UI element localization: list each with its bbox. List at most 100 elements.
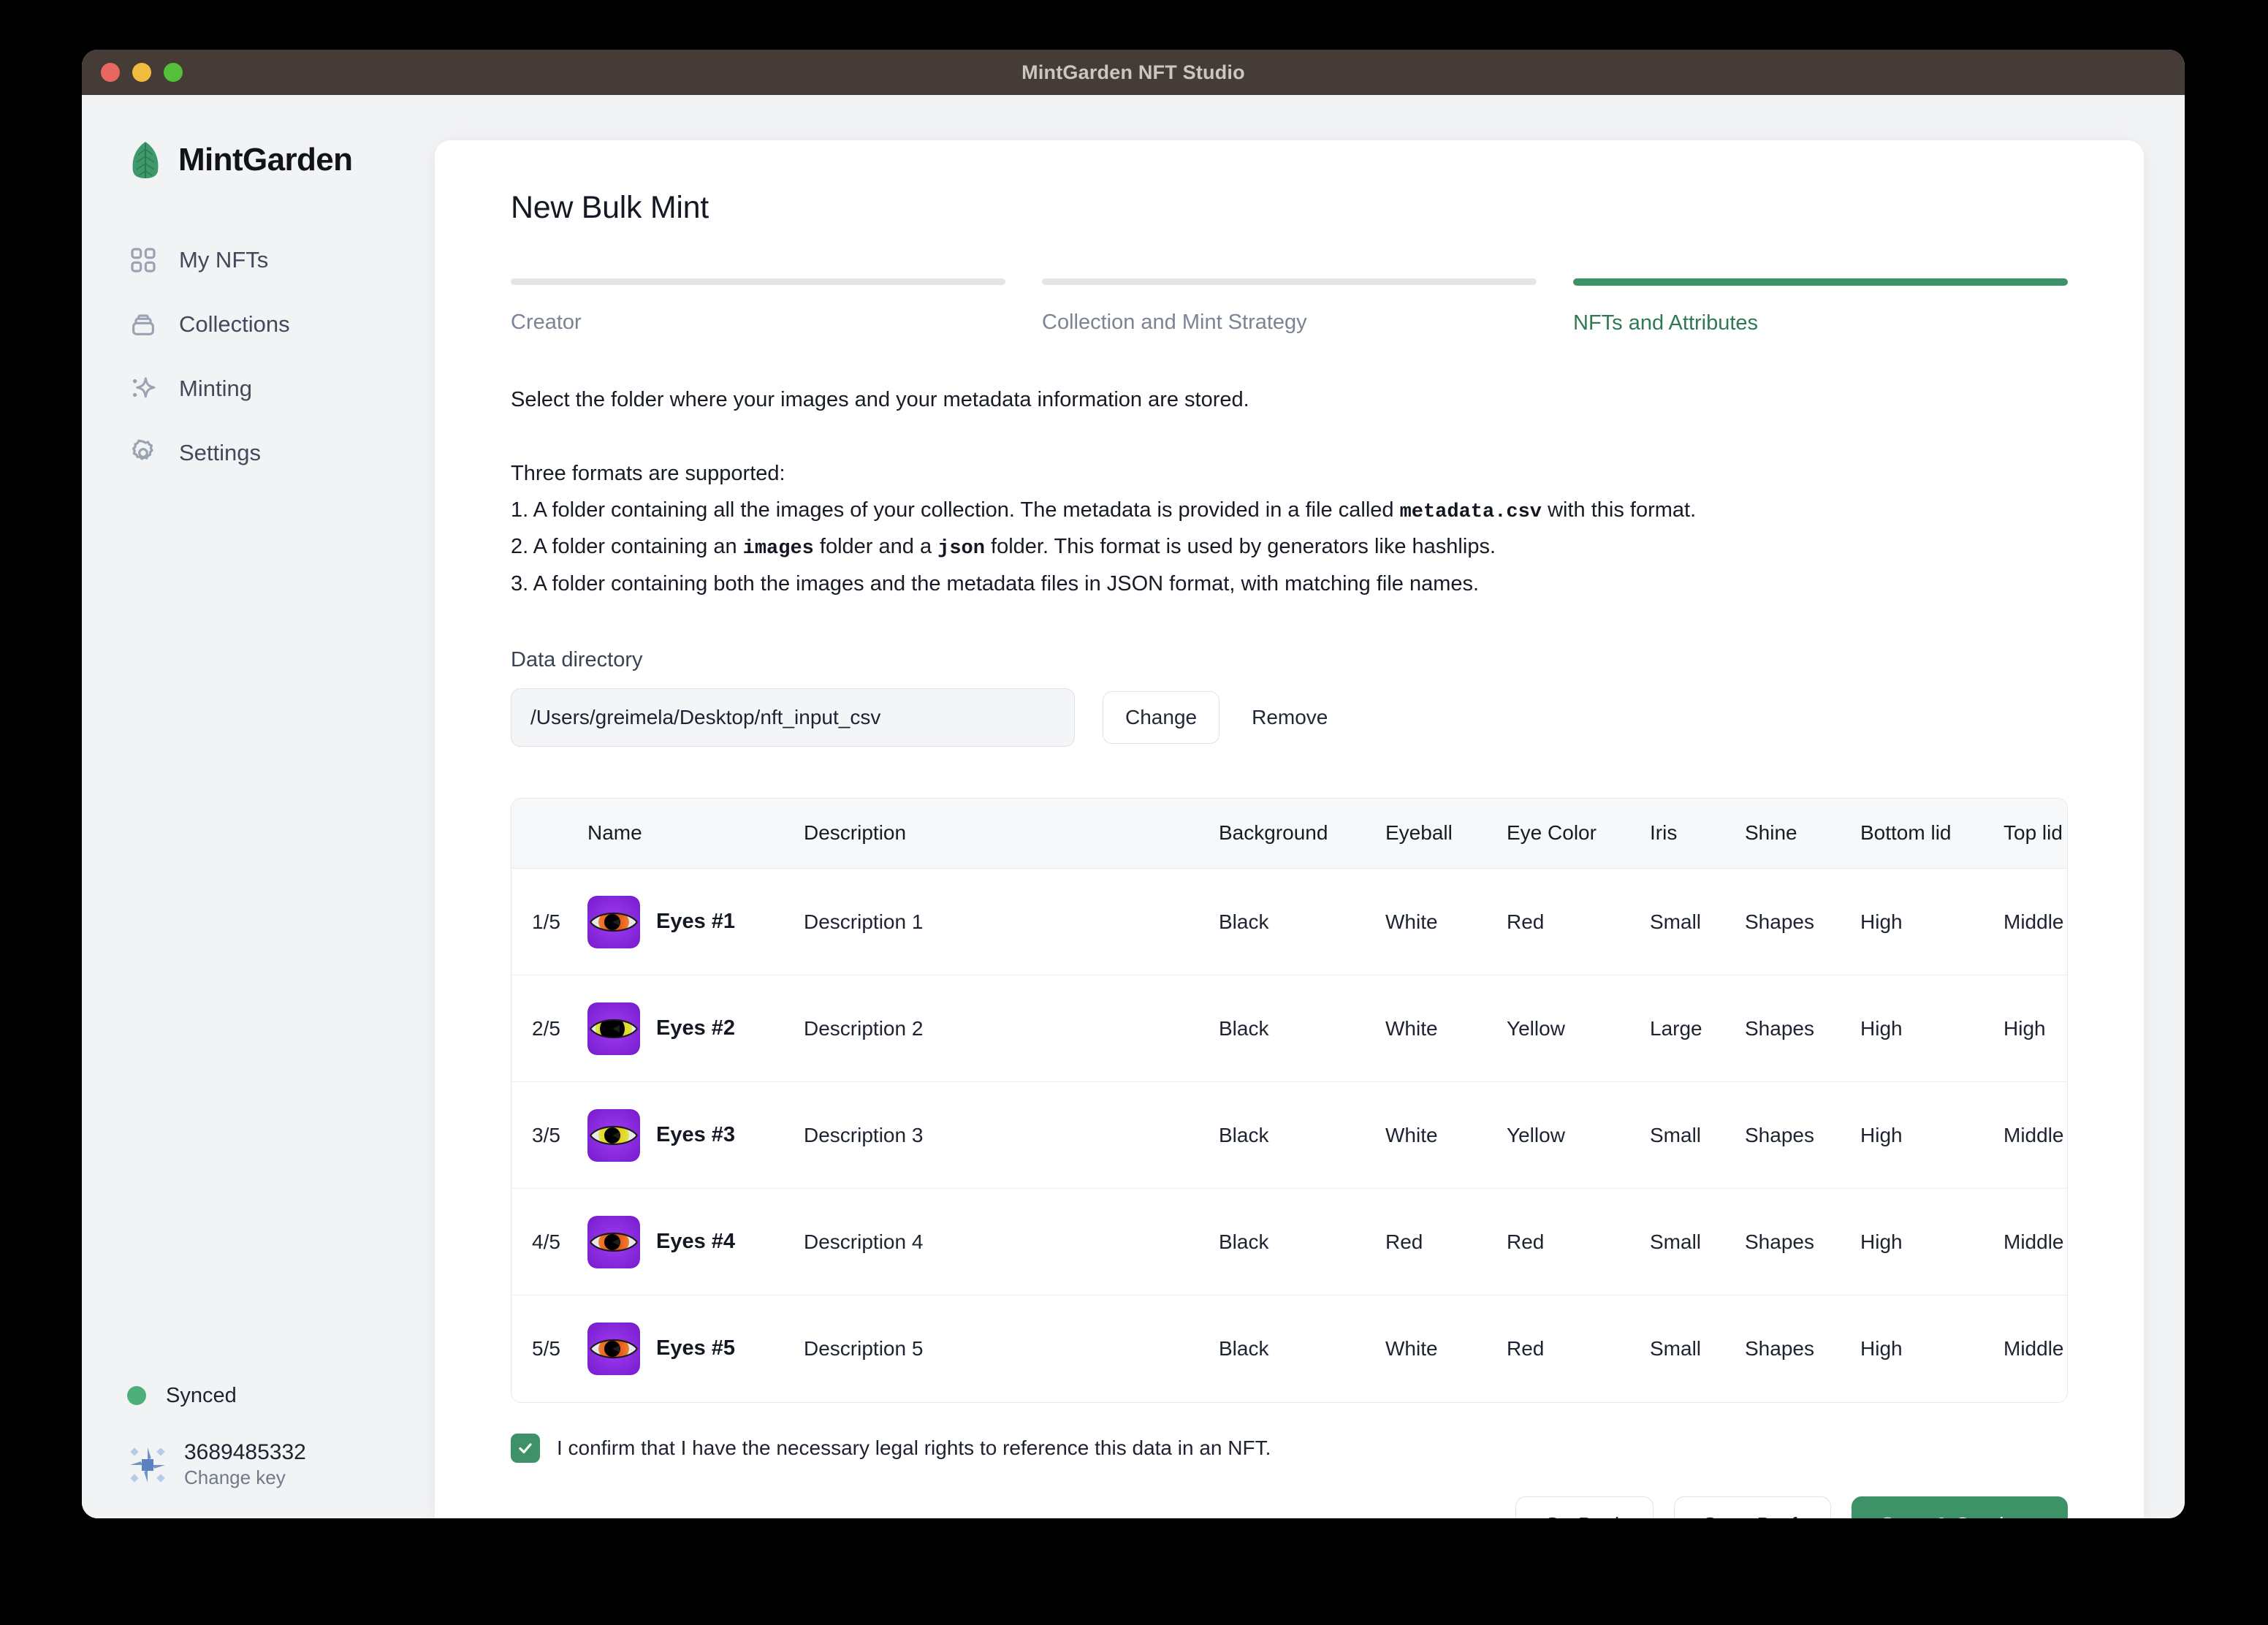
window-titlebar: MintGarden NFT Studio (82, 50, 2185, 95)
confirm-rights-checkbox[interactable] (511, 1434, 540, 1463)
row-index: 1/5 (511, 869, 587, 975)
col-header-bottom-lid: Bottom lid (1860, 799, 2003, 869)
row-shine: Shapes (1745, 1189, 1860, 1295)
row-eyeball: White (1385, 1295, 1507, 1402)
table-header-row: Name Description Background Eyeball Eye … (511, 799, 2068, 869)
row-iris: Small (1650, 1295, 1745, 1402)
row-background: Black (1219, 975, 1385, 1082)
step-bar (511, 278, 1005, 285)
table-row[interactable]: 5/5Eyes #5Description 5BlackWhiteRedSmal… (511, 1295, 2068, 1402)
format-2-suffix: folder. This format is used by generator… (985, 535, 1496, 558)
sidebar: MintGarden My NFTs (82, 95, 435, 1518)
minimize-window-button[interactable] (132, 63, 151, 82)
change-key-link[interactable]: Change key (184, 1466, 306, 1489)
save-and-continue-button[interactable]: Save & Continue (1852, 1496, 2068, 1518)
row-index: 5/5 (511, 1295, 587, 1402)
sidebar-item-minting[interactable]: Minting (82, 357, 435, 421)
row-shine: Shapes (1745, 1082, 1860, 1189)
format-item-2: 2. A folder containing an images folder … (511, 529, 2068, 566)
row-eyeball: Red (1385, 1189, 1507, 1295)
row-name-cell: Eyes #1 (587, 869, 804, 975)
close-window-button[interactable] (101, 63, 120, 82)
row-name-cell: Eyes #3 (587, 1082, 804, 1189)
intro-text: Select the folder where your images and … (511, 388, 2068, 412)
table-row[interactable]: 3/5Eyes #3Description 3BlackWhiteYellowS… (511, 1082, 2068, 1189)
status-dot-icon (127, 1386, 146, 1405)
images-code: images (743, 538, 814, 560)
sync-status-label: Synced (166, 1384, 237, 1408)
traffic-lights (101, 50, 183, 95)
row-index: 3/5 (511, 1082, 587, 1189)
content-card: New Bulk Mint Creator Collection and Min… (435, 140, 2144, 1518)
data-directory-input[interactable]: /Users/greimela/Desktop/nft_input_csv (511, 688, 1075, 747)
row-eye-color: Yellow (1507, 1082, 1650, 1189)
row-eye-color: Yellow (1507, 975, 1650, 1082)
row-iris: Small (1650, 1082, 1745, 1189)
table-row[interactable]: 2/5Eyes #2Description 2BlackWhiteYellowL… (511, 975, 2068, 1082)
sidebar-item-collections[interactable]: Collections (82, 292, 435, 357)
col-header-top-lid: Top lid (2003, 799, 2068, 869)
sidebar-item-label: Minting (179, 376, 252, 402)
row-name-cell: Eyes #5 (587, 1295, 804, 1402)
format-1-suffix: with this format. (1542, 498, 1696, 522)
row-eye-color: Red (1507, 869, 1650, 975)
nft-thumbnail-icon (587, 1109, 640, 1162)
maximize-window-button[interactable] (164, 63, 183, 82)
col-header-index (511, 799, 587, 869)
row-eye-color: Red (1507, 1189, 1650, 1295)
step-nfts-and-attributes[interactable]: NFTs and Attributes (1573, 278, 2068, 335)
nft-thumbnail-icon (587, 1216, 640, 1268)
key-value: 3689485332 (184, 1440, 306, 1465)
brand-name: MintGarden (178, 142, 352, 178)
window-title: MintGarden NFT Studio (1021, 61, 1245, 84)
row-bottom-lid: High (1860, 1189, 2003, 1295)
save-draft-button[interactable]: Save Draft (1674, 1496, 1831, 1518)
page-title: New Bulk Mint (511, 190, 2068, 226)
step-bar (1573, 278, 2068, 286)
format-item-1: 1. A folder containing all the images of… (511, 492, 2068, 529)
col-header-name: Name (587, 799, 804, 869)
row-index: 4/5 (511, 1189, 587, 1295)
row-eyeball: White (1385, 869, 1507, 975)
json-code: json (937, 538, 985, 560)
formats-block: Three formats are supported: 1. A folder… (511, 456, 2068, 603)
row-bottom-lid: High (1860, 975, 2003, 1082)
sidebar-item-settings[interactable]: Settings (82, 421, 435, 485)
step-label: Creator (511, 311, 1005, 335)
row-shine: Shapes (1745, 869, 1860, 975)
confirm-rights-row: I confirm that I have the necessary lega… (511, 1434, 2068, 1463)
sidebar-item-my-nfts[interactable]: My NFTs (82, 228, 435, 292)
step-collection-and-mint-strategy[interactable]: Collection and Mint Strategy (1042, 278, 1537, 335)
grid-icon (127, 244, 159, 276)
table-body: 1/5Eyes #1Description 1BlackWhiteRedSmal… (511, 869, 2068, 1402)
sync-status: Synced (127, 1370, 435, 1421)
change-directory-button[interactable]: Change (1103, 691, 1219, 744)
row-description: Description 5 (804, 1295, 1219, 1402)
row-background: Black (1219, 1295, 1385, 1402)
key-row[interactable]: 3689485332 Change key (127, 1440, 435, 1489)
table-row[interactable]: 1/5Eyes #1Description 1BlackWhiteRedSmal… (511, 869, 2068, 975)
nft-name: Eyes #2 (656, 1016, 735, 1040)
row-background: Black (1219, 869, 1385, 975)
row-shine: Shapes (1745, 975, 1860, 1082)
row-background: Black (1219, 1189, 1385, 1295)
confirm-rights-label: I confirm that I have the necessary lega… (557, 1436, 1271, 1460)
row-top-lid: Middle (2003, 1189, 2068, 1295)
go-back-button[interactable]: Go Back (1515, 1496, 1654, 1518)
table-row[interactable]: 4/5Eyes #4Description 4BlackRedRedSmallS… (511, 1189, 2068, 1295)
row-iris: Large (1650, 975, 1745, 1082)
row-eye-color: Red (1507, 1295, 1650, 1402)
row-top-lid: Middle (2003, 869, 2068, 975)
step-bar (1042, 278, 1537, 285)
remove-directory-button[interactable]: Remove (1247, 706, 1332, 729)
nft-table-wrapper: Name Description Background Eyeball Eye … (511, 798, 2068, 1403)
step-creator[interactable]: Creator (511, 278, 1005, 335)
key-sparkle-icon (127, 1445, 168, 1485)
row-description: Description 2 (804, 975, 1219, 1082)
formats-heading: Three formats are supported: (511, 456, 2068, 492)
format-1-prefix: 1. A folder containing all the images of… (511, 498, 1400, 522)
nft-table: Name Description Background Eyeball Eye … (511, 799, 2068, 1402)
row-top-lid: Middle (2003, 1295, 2068, 1402)
window-body: MintGarden My NFTs (82, 95, 2185, 1518)
col-header-eye-color: Eye Color (1507, 799, 1650, 869)
